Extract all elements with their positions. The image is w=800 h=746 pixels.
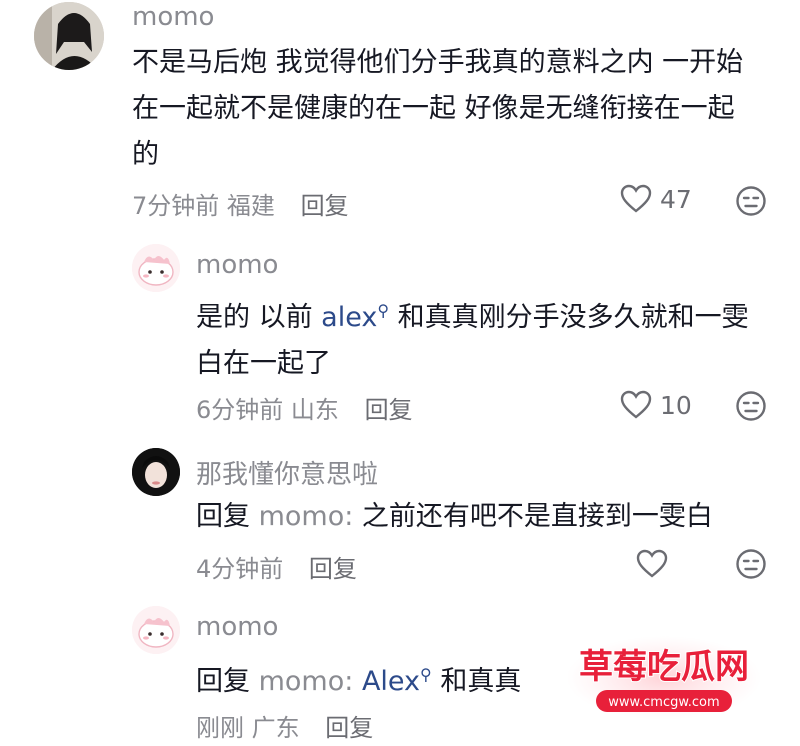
mention-link[interactable]: alex⚲ (321, 301, 390, 333)
timestamp: 4分钟前 (196, 555, 284, 583)
avatar[interactable] (34, 2, 104, 70)
user-photo-icon (132, 448, 180, 496)
reply-button[interactable]: 回复 (325, 714, 373, 742)
like-button[interactable]: 47 (620, 184, 692, 214)
meh-face-icon (736, 391, 766, 421)
comment-line: 在一起就不是健康的在一起 好像是无缝衔接在一起 (132, 93, 735, 124)
watermark-url: www.cmcgw.com (608, 695, 719, 710)
comment-meta: 4分钟前 回复 (196, 549, 357, 584)
comment-segment: 和真真 (440, 666, 522, 697)
watermark-logo: 草莓吃瓜网 www.cmcgw.com (548, 628, 780, 728)
like-button[interactable]: 10 (620, 390, 692, 420)
meh-face-icon (736, 549, 766, 579)
reply-button[interactable]: 回复 (365, 396, 413, 424)
location: 福建 (226, 192, 275, 220)
comment-text: 是的 以前 alex⚲ 和真真刚分手没多久就和一雯 白在一起了 (196, 288, 749, 387)
comment-line: 不是马后炮 我觉得他们分手我真的意料之内 一开始 (132, 47, 744, 78)
comment-line: 是的 以前 alex⚲ 和真真刚分手没多久就和一雯 (196, 288, 749, 341)
watermark-title: 草莓吃瓜网 (579, 647, 749, 687)
mention-text: Alex (361, 666, 421, 697)
watermark-badge-icon: 草莓吃瓜网 www.cmcgw.com (548, 628, 780, 728)
meh-face-icon (736, 186, 766, 216)
heart-icon (636, 549, 668, 578)
reply-prefix: 回复 (196, 501, 250, 532)
cartoon-avatar-icon (132, 244, 180, 292)
dislike-button[interactable] (735, 390, 767, 426)
username[interactable]: momo (132, 2, 214, 32)
comment-line: 白在一起了 (196, 348, 331, 379)
dislike-button[interactable] (735, 548, 767, 584)
cartoon-avatar-icon (132, 606, 180, 654)
like-button[interactable] (636, 549, 668, 579)
reply-prefix: 回复 (196, 666, 250, 697)
avatar[interactable] (132, 606, 180, 654)
reply-button[interactable]: 回复 (309, 555, 357, 583)
avatar[interactable] (132, 448, 180, 496)
comment-line: 回复 momo: Alex⚲ 和真真 (196, 652, 521, 705)
comment-line: 回复 momo: 之前还有吧不是直接到一雯白 (196, 494, 713, 540)
heart-icon (620, 390, 652, 419)
like-count: 47 (660, 184, 692, 214)
avatar[interactable] (132, 244, 180, 292)
heart-icon (620, 184, 652, 213)
comment-text: 回复 momo: Alex⚲ 和真真 (196, 652, 521, 705)
comment-text: 不是马后炮 我觉得他们分手我真的意料之内 一开始 在一起就不是健康的在一起 好像… (132, 40, 743, 178)
comment-line: 的 (132, 139, 159, 170)
username[interactable]: momo (196, 612, 278, 642)
location: 广东 (251, 714, 300, 742)
search-icon: ⚲ (420, 665, 432, 684)
like-count: 10 (660, 390, 692, 420)
timestamp: 刚刚 (196, 714, 244, 742)
comment-segment: 是的 以前 (196, 302, 322, 333)
reply-target[interactable]: momo: (259, 666, 354, 697)
comment-text: 回复 momo: 之前还有吧不是直接到一雯白 (196, 494, 713, 540)
location: 山东 (290, 396, 339, 424)
timestamp: 6分钟前 (196, 396, 284, 424)
comment-segment: 和真真刚分手没多久就和一雯 (389, 302, 749, 333)
username[interactable]: 那我懂你意思啦 (196, 454, 378, 491)
username[interactable]: momo (196, 250, 278, 280)
search-icon: ⚲ (377, 301, 390, 320)
mention-link[interactable]: Alex⚲ (361, 665, 432, 697)
comment-segment: 之前还有吧不是直接到一雯白 (353, 501, 713, 532)
timestamp: 7分钟前 (132, 192, 220, 220)
mention-text: alex (321, 302, 378, 333)
comment-meta: 刚刚 广东 回复 (196, 708, 373, 743)
dislike-button[interactable] (735, 185, 767, 221)
reply-button[interactable]: 回复 (301, 192, 349, 220)
user-photo-icon (34, 2, 104, 70)
comment-meta: 6分钟前 山东 回复 (196, 390, 413, 425)
comment-meta: 7分钟前 福建 回复 (132, 186, 349, 221)
reply-target[interactable]: momo: (259, 501, 354, 532)
